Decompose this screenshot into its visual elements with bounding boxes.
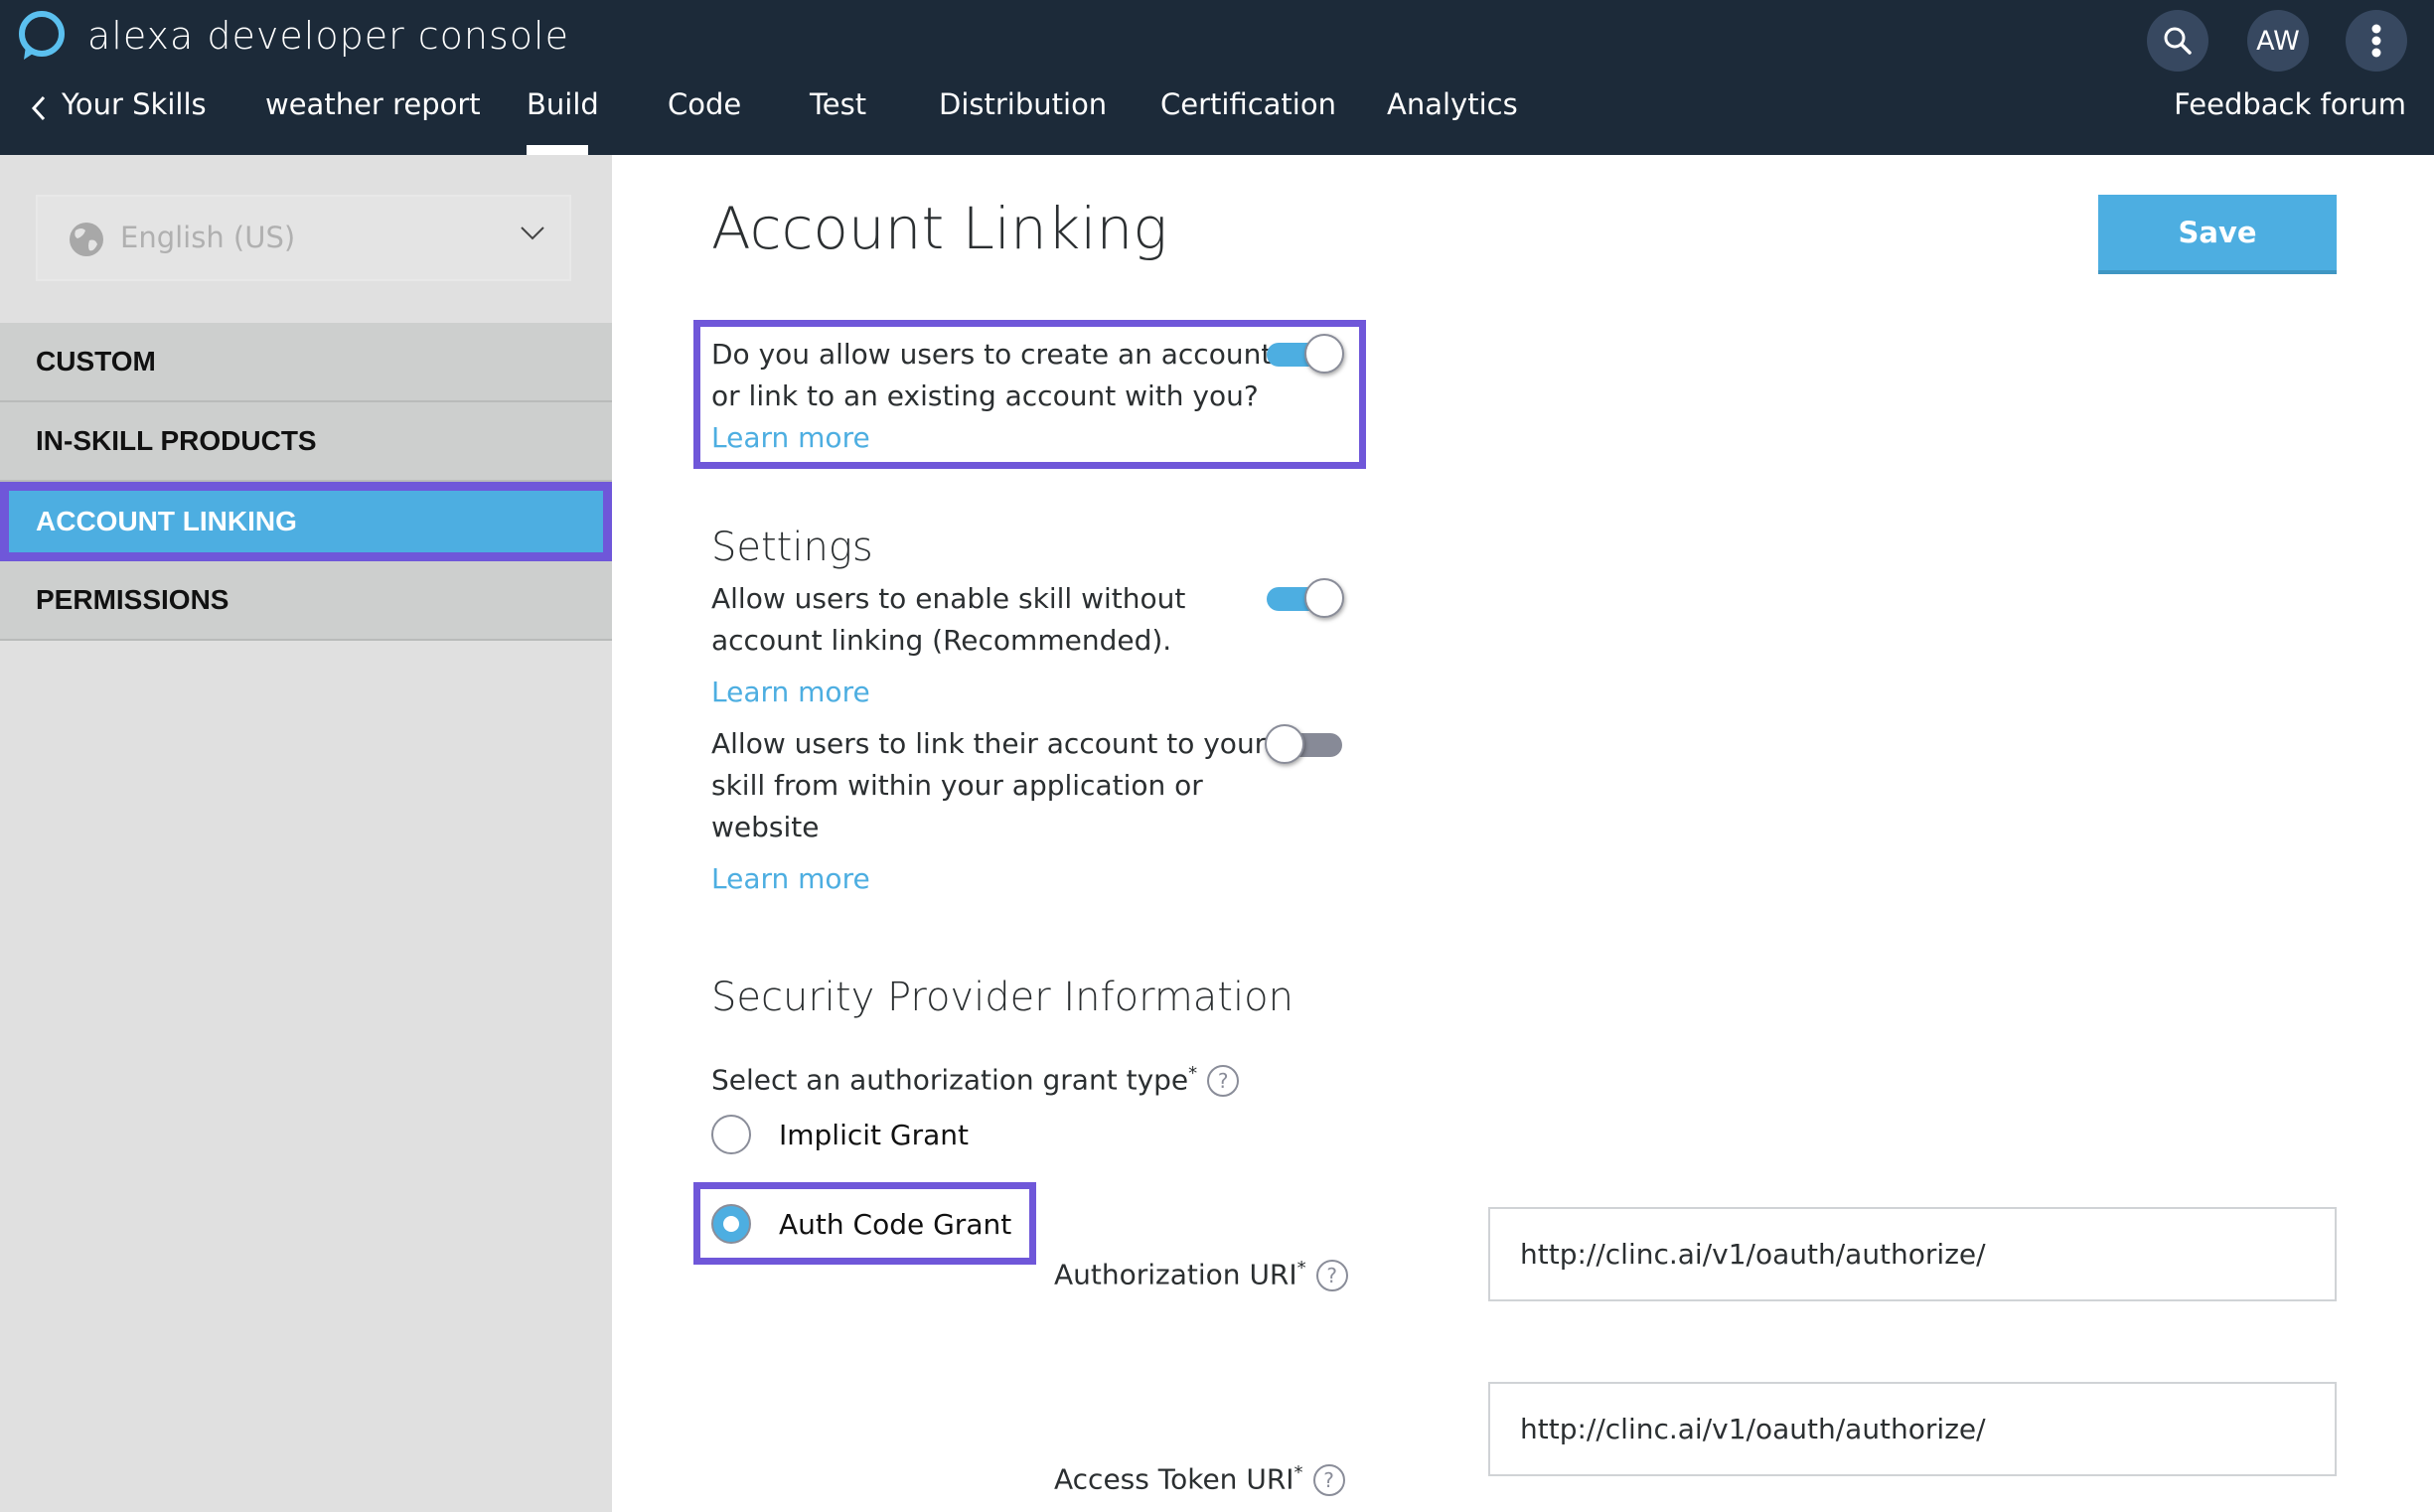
account-linking-question: Do you allow users to create an account … (711, 334, 1272, 417)
settings-heading: Settings (711, 525, 873, 570)
setting-enable-without-linking: Allow users to enable skill without acco… (711, 578, 1185, 662)
learn-more-link[interactable]: Learn more (711, 862, 870, 895)
main-content: Account Linking Save Do you allow users … (612, 155, 2434, 1512)
more-menu-button[interactable] (2346, 10, 2407, 72)
nav-your-skills[interactable]: Your Skills (62, 87, 207, 121)
grant-type-label-text: Select an authorization grant type (711, 1063, 1189, 1097)
sidebar-item-account-linking[interactable]: ACCOUNT LINKING (0, 482, 612, 561)
link-from-app-toggle[interactable] (1265, 724, 1346, 766)
sidebar-item-custom[interactable]: CUSTOM (0, 323, 612, 402)
setting-line-2: skill from within your application or (711, 769, 1203, 802)
grant-type-label: Select an authorization grant type*? (711, 1063, 1240, 1098)
nav-skill-name[interactable]: weather report (265, 87, 481, 121)
implicit-grant-radio[interactable] (711, 1115, 751, 1154)
sidebar-menu: CUSTOM IN-SKILL PRODUCTS ACCOUNT LINKING… (0, 323, 612, 641)
avatar[interactable]: AW (2247, 10, 2309, 72)
help-icon[interactable]: ? (1315, 1260, 1348, 1292)
save-button[interactable]: Save (2098, 195, 2337, 274)
tab-certification[interactable]: Certification (1160, 87, 1336, 121)
implicit-grant-label[interactable]: Implicit Grant (779, 1119, 969, 1151)
learn-more-link[interactable]: Learn more (711, 676, 870, 708)
tab-test[interactable]: Test (810, 87, 866, 121)
authorization-uri-input[interactable] (1488, 1207, 2337, 1301)
sidebar-item-permissions[interactable]: PERMISSIONS (0, 561, 612, 641)
tab-distribution[interactable]: Distribution (939, 87, 1107, 121)
access-token-uri-label-text: Access Token URI (1054, 1462, 1294, 1496)
required-mark: * (1296, 1258, 1306, 1279)
help-icon[interactable]: ? (1312, 1464, 1345, 1497)
auth-code-grant-label[interactable]: Auth Code Grant (779, 1208, 1011, 1241)
authorization-uri-label-text: Authorization URI (1054, 1258, 1297, 1291)
question-line-1: Do you allow users to create an account (711, 338, 1273, 371)
toggle-knob (1304, 578, 1344, 618)
globe-icon (70, 223, 103, 256)
tab-build[interactable]: Build (527, 87, 599, 121)
setting-line-1: Allow users to enable skill without (711, 582, 1186, 615)
setting-line-1: Allow users to link their account to you… (711, 727, 1267, 760)
setting-line-3: website (711, 811, 820, 843)
locale-value: English (US) (120, 221, 296, 254)
account-linking-toggle[interactable] (1265, 334, 1346, 376)
tab-analytics[interactable]: Analytics (1387, 87, 1518, 121)
more-vertical-icon (2371, 24, 2381, 58)
access-token-uri-input[interactable] (1488, 1382, 2337, 1476)
learn-more-link[interactable]: Learn more (711, 421, 870, 454)
top-header: alexa developer console Your Skills weat… (0, 0, 2434, 155)
toggle-knob (1265, 724, 1304, 764)
sidebar-item-in-skill-products[interactable]: IN-SKILL PRODUCTS (0, 402, 612, 482)
search-icon (2164, 27, 2192, 55)
alexa-logo-icon (19, 11, 65, 60)
toggle-knob (1304, 334, 1344, 374)
page-title: Account Linking (711, 195, 1168, 262)
sidebar: English (US) CUSTOM IN-SKILL PRODUCTS AC… (0, 155, 612, 1512)
tab-code[interactable]: Code (668, 87, 741, 121)
access-token-uri-label: Access Token URI*? (1054, 1462, 1345, 1497)
chevron-down-icon (521, 227, 544, 240)
feedback-forum-link[interactable]: Feedback forum (2174, 87, 2406, 121)
active-tab-indicator (527, 145, 588, 155)
required-mark: * (1293, 1462, 1303, 1483)
question-line-2: or link to an existing account with you? (711, 379, 1259, 412)
chevron-left-icon[interactable] (28, 93, 50, 123)
enable-without-linking-toggle[interactable] (1265, 578, 1346, 620)
locale-dropdown[interactable]: English (US) (36, 195, 571, 281)
required-mark: * (1188, 1063, 1198, 1084)
search-button[interactable] (2147, 10, 2208, 72)
app-title: alexa developer console (87, 14, 569, 58)
setting-link-from-app: Allow users to link their account to you… (711, 723, 1266, 848)
authorization-uri-label: Authorization URI*? (1054, 1258, 1348, 1292)
security-provider-heading: Security Provider Information (711, 975, 1293, 1020)
setting-line-2: account linking (Recommended). (711, 624, 1172, 657)
help-icon[interactable]: ? (1207, 1065, 1240, 1098)
auth-code-grant-radio[interactable] (711, 1204, 751, 1244)
